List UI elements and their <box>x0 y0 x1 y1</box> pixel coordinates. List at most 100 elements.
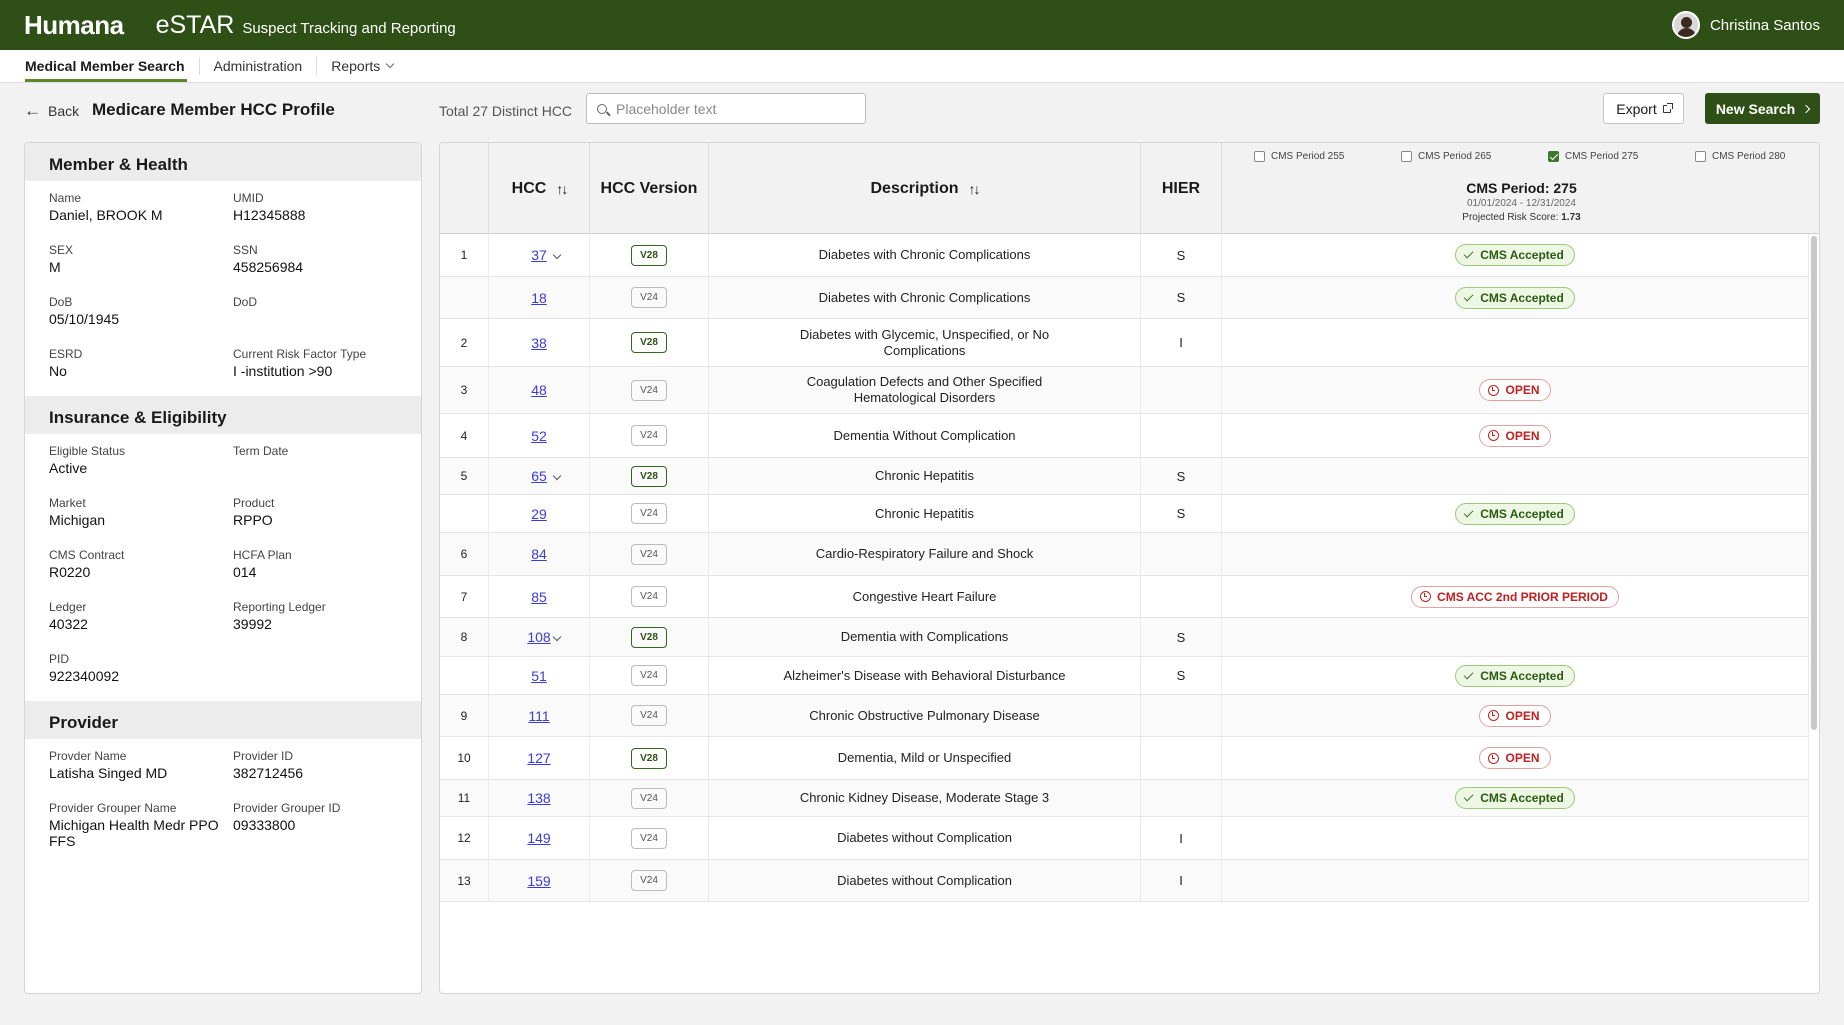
hcc-link[interactable]: 51 <box>531 668 547 684</box>
period-checkbox-265[interactable]: CMS Period 265 <box>1401 151 1491 162</box>
chevron-down-icon[interactable] <box>552 471 562 481</box>
sort-icon[interactable]: ↑↓ <box>969 181 981 197</box>
field-value: 922340092 <box>49 668 120 684</box>
checkbox-checked-icon[interactable] <box>1548 151 1559 162</box>
cell-hcc: 18 <box>489 277 590 318</box>
cell-hcc-version: V28 <box>590 458 709 494</box>
field-esrd: ESRD No <box>49 347 233 388</box>
table-row: 7 85 V24 Congestive Heart Failure CMS ACC 2n… <box>440 576 1809 618</box>
field-value: 458256984 <box>233 259 304 275</box>
field-label: Eligible Status <box>49 444 126 458</box>
description-text: Dementia, Mild or Unspecified <box>837 750 1012 765</box>
version-badge: V24 <box>631 787 667 809</box>
insurance-fields: Eligible Status Active Term Date Market Mich… <box>25 434 421 701</box>
new-search-button[interactable]: New Search <box>1705 93 1820 124</box>
table-row: 51 V24 Alzheimer's Disease with Behavioral… <box>440 657 1809 695</box>
field-label: Provider Grouper ID <box>233 801 341 815</box>
avatar <box>1671 11 1700 39</box>
description-text: Diabetes with Chronic Complications <box>818 247 1031 262</box>
field-label: DoB <box>49 295 73 309</box>
period-checkbox-280[interactable]: CMS Period 280 <box>1695 151 1785 162</box>
col-row-number <box>440 143 489 234</box>
hcc-link[interactable]: 149 <box>527 830 550 846</box>
table-row: 5 65 V28 Chronic Hepatitis S <box>440 458 1809 495</box>
hcc-link[interactable]: 84 <box>531 546 547 562</box>
cell-row-number <box>440 277 489 318</box>
main-nav: Medical Member Search Administration Rep… <box>0 50 1844 83</box>
user-menu[interactable]: Christina Santos <box>1671 11 1820 39</box>
checkbox-icon[interactable] <box>1401 151 1412 162</box>
search-input[interactable] <box>616 100 856 117</box>
hcc-link[interactable]: 65 <box>531 468 547 484</box>
hcc-link[interactable]: 37 <box>531 247 547 263</box>
cell-description: Diabetes with Chronic Complications <box>709 277 1141 318</box>
back-button[interactable]: ← Back <box>24 101 79 121</box>
table-row: 12 149 V24 Diabetes without Complication I <box>440 817 1809 860</box>
col-hcc[interactable]: HCC ↑↓ <box>489 143 590 234</box>
cell-row-number: 6 <box>440 533 489 575</box>
version-badge: V28 <box>631 747 667 769</box>
version-badge: V24 <box>631 379 667 401</box>
nav-medical-member-search[interactable]: Medical Member Search <box>25 50 199 82</box>
field-value: 014 <box>233 564 257 580</box>
field-label: SEX <box>49 243 74 257</box>
cell-row-number: 1 <box>440 234 489 276</box>
field-value: H12345888 <box>233 207 306 223</box>
field-label: PID <box>49 652 70 666</box>
search-box[interactable] <box>586 93 866 124</box>
nav-administration[interactable]: Administration <box>200 50 317 82</box>
hcc-link[interactable]: 108 <box>527 629 550 645</box>
status-text: CMS Accepted <box>1480 506 1564 521</box>
hcc-link[interactable]: 127 <box>527 750 550 766</box>
cell-hier: I <box>1141 817 1222 859</box>
cell-cms-status <box>1222 319 1809 366</box>
version-badge: V24 <box>631 503 667 524</box>
hcc-link[interactable]: 85 <box>531 589 547 605</box>
status-badge: OPEN <box>1479 424 1551 447</box>
period-checkbox-255[interactable]: CMS Period 255 <box>1254 151 1344 162</box>
field-term-date: Term Date <box>233 444 417 485</box>
status-badge: CMS Accepted <box>1455 286 1575 309</box>
hcc-link[interactable]: 52 <box>531 428 547 444</box>
cell-hcc: 138 <box>489 780 590 816</box>
cell-hier: S <box>1141 495 1222 532</box>
checkbox-icon[interactable] <box>1254 151 1265 162</box>
cell-row-number: 13 <box>440 860 489 901</box>
cell-hier <box>1141 414 1222 457</box>
cell-row-number <box>440 657 489 694</box>
table-row: 11 138 V24 Chronic Kidney Disease, Moderate… <box>440 780 1809 817</box>
cell-hier: I <box>1141 319 1222 366</box>
field-label: Name <box>49 191 82 205</box>
hcc-link[interactable]: 18 <box>531 290 547 306</box>
description-text: Diabetes with Glycemic, Unspecified, or … <box>799 326 1050 358</box>
field-value: Daniel, BROOK M <box>49 207 163 223</box>
hcc-link[interactable]: 29 <box>531 506 547 522</box>
hcc-link[interactable]: 159 <box>527 873 550 889</box>
field-umid: UMID H12345888 <box>233 191 417 232</box>
hcc-link[interactable]: 138 <box>527 790 550 806</box>
cell-cms-status <box>1222 533 1809 575</box>
checkbox-icon[interactable] <box>1695 151 1706 162</box>
table-scrollbar[interactable] <box>1811 236 1817 730</box>
chevron-down-icon[interactable] <box>552 632 562 642</box>
hcc-link[interactable]: 38 <box>531 335 547 351</box>
export-button[interactable]: Export <box>1603 93 1684 124</box>
cell-cms-status <box>1222 458 1809 494</box>
cell-hcc-version: V24 <box>590 695 709 736</box>
cell-cms-status: CMS Accepted <box>1222 495 1809 532</box>
chevron-down-icon[interactable] <box>552 250 562 260</box>
field-value: 05/10/1945 <box>49 311 120 327</box>
section-provider: Provider <box>25 701 421 739</box>
col-hier: HIER <box>1141 143 1222 234</box>
version-badge: V24 <box>631 287 667 308</box>
nav-reports[interactable]: Reports <box>317 50 407 82</box>
status-text: OPEN <box>1505 383 1540 397</box>
field-value: RPPO <box>233 512 273 528</box>
sort-icon[interactable]: ↑↓ <box>556 181 568 197</box>
cell-row-number: 3 <box>440 367 489 413</box>
col-description[interactable]: Description ↑↓ <box>709 143 1141 234</box>
cell-row-number: 8 <box>440 618 489 656</box>
hcc-link[interactable]: 48 <box>531 382 547 398</box>
period-checkbox-275[interactable]: CMS Period 275 <box>1548 151 1638 162</box>
hcc-link[interactable]: 111 <box>528 708 549 724</box>
